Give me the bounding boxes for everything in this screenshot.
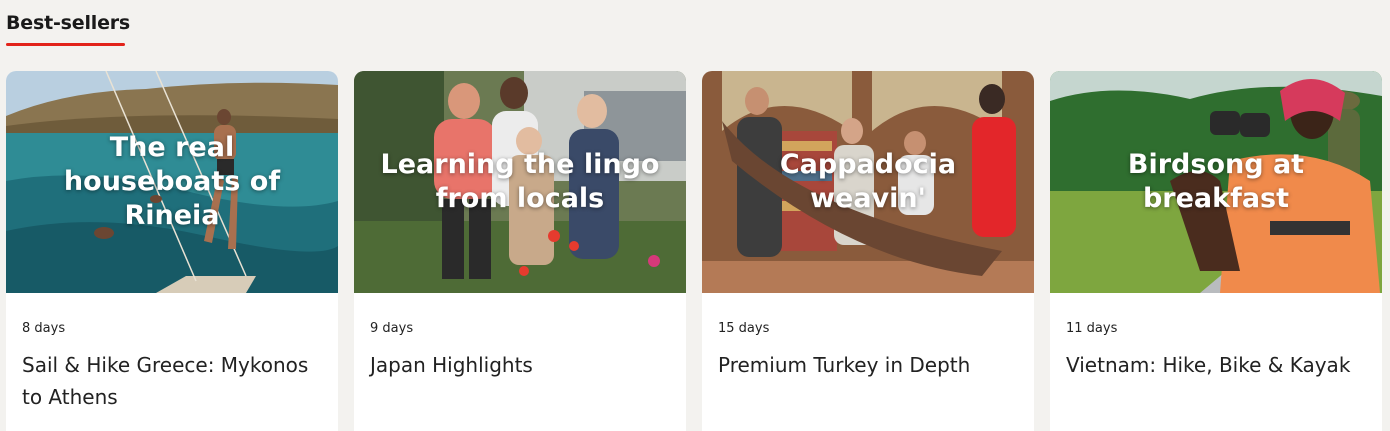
tour-duration: 15 days [718,321,770,336]
tour-name[interactable]: Premium Turkey in Depth [718,349,1018,381]
tour-card-greece[interactable]: The real houseboats of Rineia 8 days Sai… [6,71,338,431]
tour-name[interactable]: Japan Highlights [370,349,670,381]
tour-photo-greece: The real houseboats of Rineia [6,71,338,293]
tour-card-japan[interactable]: Learning the lingo from locals 9 days Ja… [354,71,686,431]
tour-overlay-title: Learning the lingo from locals [380,148,660,214]
tour-card-turkey[interactable]: Cappadocia weavin' 15 days Premium Turke… [702,71,1034,431]
tour-photo-vietnam: Birdsong at breakfast [1050,71,1382,293]
tour-overlay-title: The real houseboats of Rineia [63,131,281,232]
tour-card-vietnam[interactable]: Birdsong at breakfast 11 days Vietnam: H… [1050,71,1382,431]
tour-photo-japan: Learning the lingo from locals [354,71,686,293]
tour-photo-turkey: Cappadocia weavin' [702,71,1034,293]
tour-duration: 9 days [370,321,414,336]
section-title: Best-sellers [6,12,131,34]
section-title-underline [6,43,125,46]
tour-duration: 11 days [1066,321,1118,336]
tour-name[interactable]: Vietnam: Hike, Bike & Kayak [1066,349,1366,381]
tour-name[interactable]: Sail & Hike Greece: Mykonos to Athens [22,349,322,413]
tour-duration: 8 days [22,321,66,336]
tour-overlay-title: Birdsong at breakfast [1127,148,1305,214]
tour-overlay-title: Cappadocia weavin' [779,148,957,214]
